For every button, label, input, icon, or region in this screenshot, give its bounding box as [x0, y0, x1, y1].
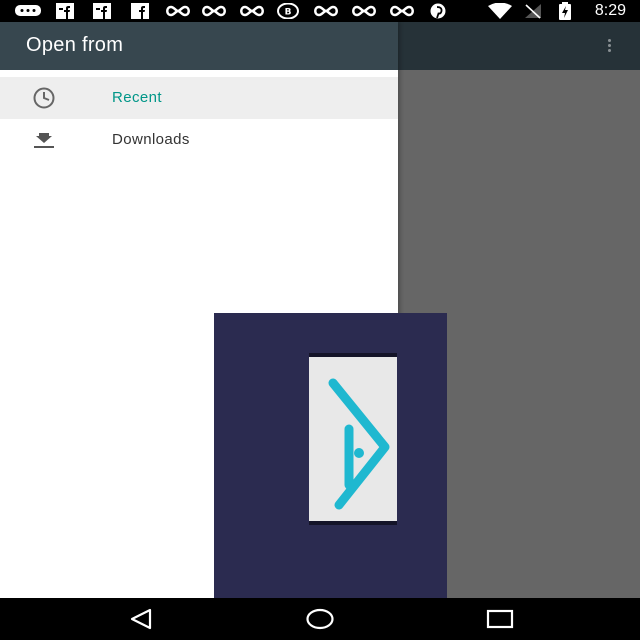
- infinity-icon: [200, 3, 228, 19]
- back-icon[interactable]: [122, 606, 162, 632]
- chat-bubble-icon: [14, 3, 42, 19]
- pinterest-icon: [426, 3, 450, 19]
- app-logo-icon: [309, 353, 397, 525]
- drawer-header: Open from: [0, 22, 398, 70]
- facebook-icon: [55, 3, 75, 19]
- battery-charging-icon: [556, 2, 574, 20]
- no-signal-icon: [522, 3, 544, 19]
- drawer-item-label: Recent: [112, 89, 162, 106]
- facebook-icon: [130, 3, 150, 19]
- b-circle-icon: B: [276, 3, 300, 19]
- overflow-menu-icon[interactable]: [608, 39, 612, 53]
- infinity-icon: [350, 3, 378, 19]
- drawer-item-downloads[interactable]: Downloads: [0, 119, 398, 161]
- status-time: 8:29: [594, 2, 626, 19]
- home-icon[interactable]: [300, 606, 340, 632]
- navigation-bar: [0, 598, 640, 640]
- drawer-item-label: Downloads: [112, 131, 190, 148]
- logo-overlay: [214, 313, 447, 600]
- infinity-icon: [388, 3, 416, 19]
- recents-icon[interactable]: [480, 606, 520, 632]
- status-bar: B 8:29: [0, 0, 640, 22]
- infinity-icon: [312, 3, 340, 19]
- screen: B 8:29 Open from Recent Downloads: [0, 0, 640, 640]
- drawer-item-recent[interactable]: Recent: [0, 77, 398, 119]
- wifi-icon: [486, 3, 514, 19]
- svg-text:B: B: [285, 8, 292, 18]
- infinity-icon: [238, 3, 266, 19]
- infinity-icon: [164, 3, 192, 19]
- clock-icon: [28, 86, 60, 110]
- download-icon: [28, 128, 60, 152]
- drawer-title: Open from: [26, 34, 124, 56]
- facebook-icon: [92, 3, 112, 19]
